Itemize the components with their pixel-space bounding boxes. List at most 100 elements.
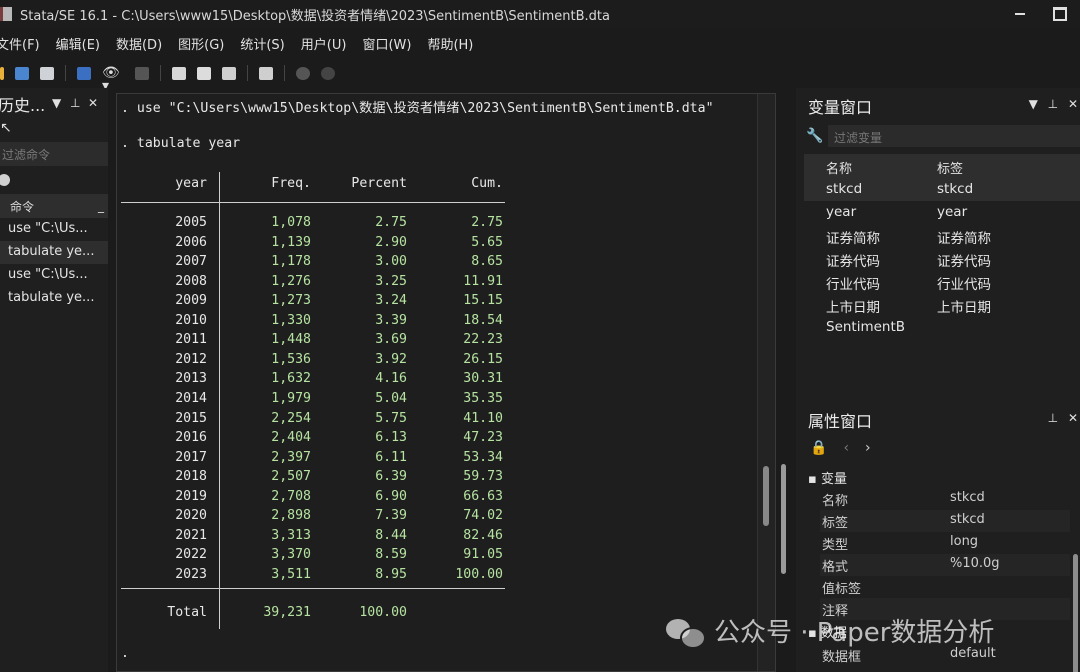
save-icon[interactable] xyxy=(15,66,29,80)
pane-scroll-thumb[interactable] xyxy=(1073,554,1078,672)
variable-label: 上市日期 xyxy=(937,300,991,316)
table-value-cell: 5.65 xyxy=(471,234,503,250)
properties-window-controls: ⊥ ✕ xyxy=(1048,411,1078,425)
menu-graphics[interactable]: 图形(G) xyxy=(178,34,232,53)
variable-name: 证券简称 xyxy=(826,231,880,247)
table-value-cell: 30.31 xyxy=(463,371,503,387)
next-icon[interactable]: › xyxy=(865,440,871,456)
menu-file[interactable]: 文件(F) xyxy=(0,34,48,53)
graph-icon[interactable] xyxy=(135,66,149,80)
history-panel: 历史... ▼ ⊥ ✕ ↖ 过滤命令 命令 _ use "C:\Us... ta… xyxy=(0,88,108,672)
table-value-cell: 5.04 xyxy=(375,390,407,406)
log-icon[interactable] xyxy=(77,66,91,80)
lock-icon[interactable]: 🔒 xyxy=(810,440,827,456)
data-editor-icon[interactable] xyxy=(197,66,211,80)
history-item[interactable]: tabulate ye... xyxy=(0,287,108,310)
property-row[interactable]: 值标签 xyxy=(820,576,1070,598)
variables-window-title: 变量窗口 xyxy=(808,98,873,117)
variable-row[interactable]: year year xyxy=(804,201,1080,224)
property-row[interactable]: 标签 stkcd xyxy=(820,510,1070,532)
history-header: 历史... ▼ ⊥ ✕ xyxy=(0,88,108,120)
close-icon[interactable]: ✕ xyxy=(1068,97,1078,111)
variables-manager-icon[interactable] xyxy=(259,66,273,80)
pin-icon[interactable]: ⊥ xyxy=(1048,97,1058,111)
wrench-icon[interactable]: ↖ xyxy=(0,120,108,140)
more-icon[interactable] xyxy=(296,66,310,80)
variable-row[interactable]: 上市日期 上市日期 xyxy=(804,293,1080,316)
menu-window[interactable]: 窗口(W) xyxy=(362,34,419,53)
right-pane: 变量窗口 ▼ ⊥ ✕ 🔧 过滤变量 名称 标签 stkcd stkcd year ye… xyxy=(796,88,1080,672)
variable-name: SentimentB xyxy=(826,319,906,335)
variable-label: year xyxy=(937,204,968,220)
results-window[interactable]: . use "C:\Users\www15\Desktop\数据\投资者情绪\2… xyxy=(116,93,776,672)
property-row[interactable]: 格式 %10.0g xyxy=(820,554,1070,576)
table-value-cell: 1,139 xyxy=(271,234,311,250)
label-column-header[interactable]: 标签 xyxy=(937,158,963,177)
filter-icon[interactable]: ▼ xyxy=(52,96,61,110)
property-key: 值标签 xyxy=(822,582,862,597)
property-row[interactable]: 名称 stkcd xyxy=(820,488,1070,510)
history-item[interactable]: use "C:\Us... xyxy=(0,264,108,287)
menu-edit[interactable]: 编辑(E) xyxy=(56,34,108,53)
history-item[interactable]: use "C:\Us... xyxy=(0,218,108,241)
variables-filter-input[interactable]: 过滤变量 xyxy=(828,125,1080,147)
history-item[interactable]: tabulate ye... xyxy=(0,241,108,264)
pin-icon[interactable]: ⊥ xyxy=(1048,411,1058,425)
variable-label: 证券简称 xyxy=(937,231,991,247)
minimize-button[interactable] xyxy=(1000,0,1040,28)
previous-icon[interactable]: ‹ xyxy=(843,440,849,456)
variable-section-header[interactable]: ▪ 变量 xyxy=(808,468,1070,490)
results-scrollbar[interactable] xyxy=(757,94,775,671)
history-filter-input[interactable]: 过滤命令 xyxy=(0,142,108,166)
wechat-icon xyxy=(666,615,706,649)
total-label-cell: Total xyxy=(167,605,207,621)
table-header-rule xyxy=(121,202,505,203)
variable-row[interactable]: SentimentB xyxy=(804,316,1080,339)
table-value-cell: 1,276 xyxy=(271,273,311,289)
row-label-cell: 2014 xyxy=(175,390,207,406)
close-icon[interactable]: ✕ xyxy=(88,96,98,110)
do-file-editor-icon[interactable] xyxy=(172,66,186,80)
column-menu-icon[interactable]: _ xyxy=(98,199,104,213)
properties-scroll-thumb[interactable] xyxy=(781,464,786,574)
open-icon[interactable] xyxy=(0,66,4,80)
menu-data[interactable]: 数据(D) xyxy=(116,34,170,53)
variable-name: stkcd xyxy=(826,181,863,197)
property-row[interactable]: 类型 long xyxy=(820,532,1070,554)
property-key: 名称 xyxy=(822,494,849,509)
viewer-eye-icon[interactable]: 👁▾ xyxy=(102,66,124,93)
properties-window-title: 属性窗口 xyxy=(808,412,873,431)
variable-row[interactable]: stkcd stkcd xyxy=(804,178,1080,201)
menu-statistics[interactable]: 统计(S) xyxy=(240,34,292,53)
variable-row[interactable]: 证券简称 证券简称 xyxy=(804,224,1080,247)
watermark-text: 公众号 · Paper数据分析 xyxy=(714,618,995,648)
data-browser-icon[interactable] xyxy=(222,66,236,80)
menu-help[interactable]: 帮助(H) xyxy=(427,34,481,53)
pane-scrollbar[interactable] xyxy=(1068,468,1080,672)
maximize-button[interactable] xyxy=(1040,0,1080,28)
table-header-cell: Cum. xyxy=(471,176,503,191)
table-value-cell: 1,448 xyxy=(271,332,311,348)
table-value-cell: 1,330 xyxy=(271,312,311,328)
history-column-header[interactable]: 命令 _ xyxy=(0,194,108,218)
property-value: stkcd xyxy=(950,512,985,527)
print-icon[interactable] xyxy=(40,66,54,80)
info-icon[interactable] xyxy=(0,174,10,186)
table-value-cell: 1,078 xyxy=(271,215,311,230)
row-label-cell: 2021 xyxy=(175,527,207,543)
window-title: Stata/SE 16.1 - C:\Users\www15\Desktop\数… xyxy=(20,8,610,24)
toolbar-divider xyxy=(65,65,66,81)
results-scroll-thumb[interactable] xyxy=(763,466,769,526)
menu-user[interactable]: 用户(U) xyxy=(301,34,355,53)
table-value-cell: 11.91 xyxy=(463,273,503,289)
wrench-icon[interactable]: 🔧 xyxy=(806,128,828,144)
close-icon[interactable]: ✕ xyxy=(1068,411,1078,425)
break-icon[interactable] xyxy=(321,66,335,80)
variable-row[interactable]: 证券代码 证券代码 xyxy=(804,247,1080,270)
pin-icon[interactable]: ⊥ xyxy=(70,96,80,110)
filter-icon[interactable]: ▼ xyxy=(1029,97,1038,111)
section-expand-icon[interactable]: ▪ xyxy=(808,472,821,487)
variable-row[interactable]: 行业代码 行业代码 xyxy=(804,270,1080,293)
name-column-header[interactable]: 名称 xyxy=(826,158,852,177)
variable-name: 上市日期 xyxy=(826,300,880,316)
